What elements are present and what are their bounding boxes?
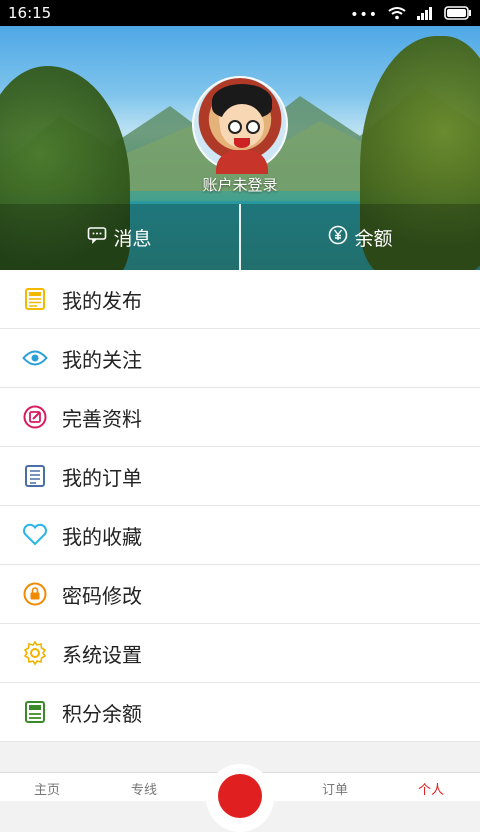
menu-item-my-follows[interactable]: 我的关注 (0, 329, 480, 388)
menu-item-my-orders[interactable]: 我的订单 (0, 447, 480, 506)
publish-center-button[interactable] (206, 764, 274, 832)
menu-item-system-settings[interactable]: 系统设置 (0, 624, 480, 683)
messages-button[interactable]: 消息 (0, 204, 239, 270)
message-icon (87, 226, 107, 249)
menu-item-change-password[interactable]: 密码修改 (0, 565, 480, 624)
edit-icon (22, 404, 48, 430)
signal-icon (416, 5, 434, 24)
menu-item-label: 我的订单 (62, 465, 142, 490)
list-icon (22, 463, 48, 489)
menu-item-label: 完善资料 (62, 406, 142, 431)
menu-item-my-posts[interactable]: 我的发布 (0, 270, 480, 329)
menu-item-complete-profile[interactable]: 完善资料 (0, 388, 480, 447)
status-icons: ••• (350, 5, 472, 24)
tab-profile[interactable]: 个人 (418, 779, 444, 798)
heart-icon (22, 522, 48, 548)
points-icon (22, 699, 48, 725)
profile-header: 账户未登录 消息 余额 (0, 26, 480, 270)
balance-button[interactable]: 余额 (241, 204, 480, 270)
status-bar: 16:15 ••• (0, 0, 480, 26)
menu-item-my-favorites[interactable]: 我的收藏 (0, 506, 480, 565)
menu-item-label: 我的关注 (62, 347, 142, 372)
tab-routes[interactable]: 专线 (131, 779, 157, 798)
tab-home[interactable]: 主页 (34, 779, 60, 798)
more-dots-icon: ••• (350, 6, 378, 23)
status-time: 16:15 (8, 4, 52, 22)
yen-icon (328, 225, 348, 250)
battery-icon (444, 5, 472, 24)
balance-label: 余额 (354, 227, 393, 250)
menu-list: 我的发布 我的关注 完善资料 我的订单 我的收藏 密码修改 系统设置 积分余额 (0, 270, 480, 742)
messages-label: 消息 (113, 227, 152, 250)
menu-item-label: 密码修改 (62, 583, 142, 608)
document-icon (22, 286, 48, 312)
menu-item-points-balance[interactable]: 积分余额 (0, 683, 480, 742)
wifi-icon (388, 5, 406, 24)
eye-icon (22, 345, 48, 371)
tab-orders[interactable]: 订单 (322, 779, 348, 798)
lock-icon (22, 581, 48, 607)
header-button-bar: 消息 余额 (0, 204, 480, 270)
avatar[interactable] (192, 76, 288, 174)
gear-icon (22, 640, 48, 666)
menu-item-label: 我的收藏 (62, 524, 142, 549)
menu-item-label: 我的发布 (62, 288, 142, 313)
menu-item-label: 系统设置 (62, 642, 142, 667)
menu-item-label: 积分余额 (62, 701, 142, 726)
login-status[interactable]: 账户未登录 (0, 174, 480, 195)
publish-button-circle (218, 774, 262, 818)
